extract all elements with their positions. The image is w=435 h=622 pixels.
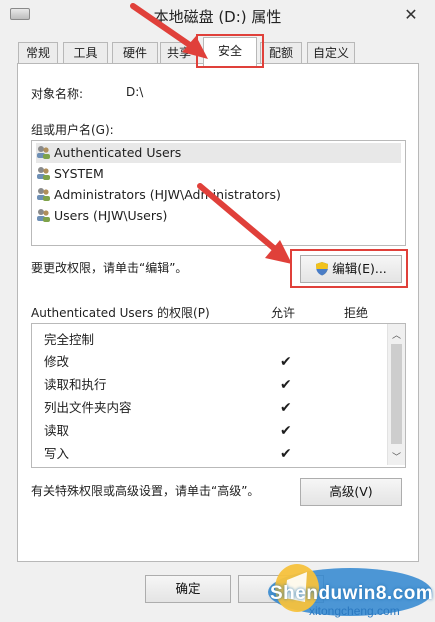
users-group-icon [36, 145, 50, 159]
permissions-list[interactable]: 完全控制 修改 ✔ 读取和执行 ✔ 列出文件夹内容 ✔ 读取 ✔ 写入 ✔ ︿ ﹀ [31, 323, 406, 468]
list-item[interactable]: Authenticated Users [36, 143, 401, 163]
tab-customize[interactable]: 自定义 [307, 42, 355, 63]
ok-button[interactable]: 确定 [145, 575, 231, 603]
watermark-subtext: xitongcheng.com [309, 604, 400, 618]
scroll-down-icon[interactable]: ﹀ [392, 450, 401, 463]
permission-row: 读取 ✔ [44, 420, 384, 442]
tab-tools[interactable]: 工具 [63, 42, 108, 63]
permission-name: 修改 [44, 354, 70, 369]
scrollbar[interactable]: ︿ ﹀ [387, 324, 405, 465]
tab-quota[interactable]: 配额 [260, 42, 302, 63]
permission-name: 读取和执行 [44, 377, 107, 392]
tab-sharing[interactable]: 共享 [160, 42, 198, 63]
permission-name: 完全控制 [44, 332, 95, 347]
object-name-value: D:\ [126, 85, 144, 99]
user-name: SYSTEM [54, 166, 104, 181]
users-group-icon [36, 166, 50, 180]
permission-row: 列出文件夹内容 ✔ [44, 397, 384, 419]
advanced-button[interactable]: 高级(V) [300, 478, 402, 506]
window-title: 本地磁盘 (D:) 属性 [153, 8, 282, 26]
user-name: Authenticated Users [54, 145, 182, 160]
allow-header: 允许 [271, 306, 296, 320]
list-item[interactable]: Administrators (HJW\Administrators) [36, 185, 281, 205]
permission-name: 列出文件夹内容 [44, 400, 132, 415]
allow-check: ✔ [280, 354, 292, 370]
user-name: Administrators (HJW\Administrators) [54, 187, 281, 202]
user-name: Users (HJW\Users) [54, 208, 168, 223]
users-group-icon [36, 208, 50, 222]
allow-check: ✔ [280, 446, 292, 462]
permission-name: 读取 [44, 423, 70, 438]
advanced-hint: 有关特殊权限或高级设置，请单击“高级”。 [31, 484, 260, 498]
permission-row: 写入 ✔ [44, 443, 384, 465]
security-panel: 对象名称: D:\ 组或用户名(G): Authenticated Users … [17, 63, 419, 562]
tab-general[interactable]: 常规 [18, 42, 58, 63]
close-button[interactable]: ✕ [396, 4, 426, 26]
group-user-label: 组或用户名(G): [31, 123, 114, 137]
user-list[interactable]: Authenticated Users SYSTEM Administrator… [31, 140, 406, 246]
tab-highlight-box [196, 34, 264, 68]
permission-row: 完全控制 [44, 329, 384, 351]
tab-hardware[interactable]: 硬件 [112, 42, 158, 63]
edit-highlight-box [290, 249, 408, 288]
watermark-text: Shenduwin8.com [270, 583, 434, 604]
allow-check: ✔ [280, 400, 292, 416]
deny-header: 拒绝 [344, 306, 369, 320]
scrollbar-thumb[interactable] [391, 344, 402, 444]
allow-check: ✔ [280, 423, 292, 439]
list-item[interactable]: SYSTEM [36, 164, 104, 184]
permission-row: 修改 ✔ [44, 351, 384, 373]
permission-row: 读取和执行 ✔ [44, 374, 384, 396]
permissions-header: Authenticated Users 的权限(P) [31, 306, 210, 320]
list-item[interactable]: Users (HJW\Users) [36, 206, 167, 226]
scroll-up-icon[interactable]: ︿ [392, 328, 401, 341]
allow-check: ✔ [280, 377, 292, 393]
users-group-icon [36, 187, 50, 201]
object-name-label: 对象名称: [31, 87, 84, 101]
permission-name: 写入 [44, 446, 70, 461]
change-permission-hint: 要更改权限，请单击“编辑”。 [31, 261, 188, 275]
